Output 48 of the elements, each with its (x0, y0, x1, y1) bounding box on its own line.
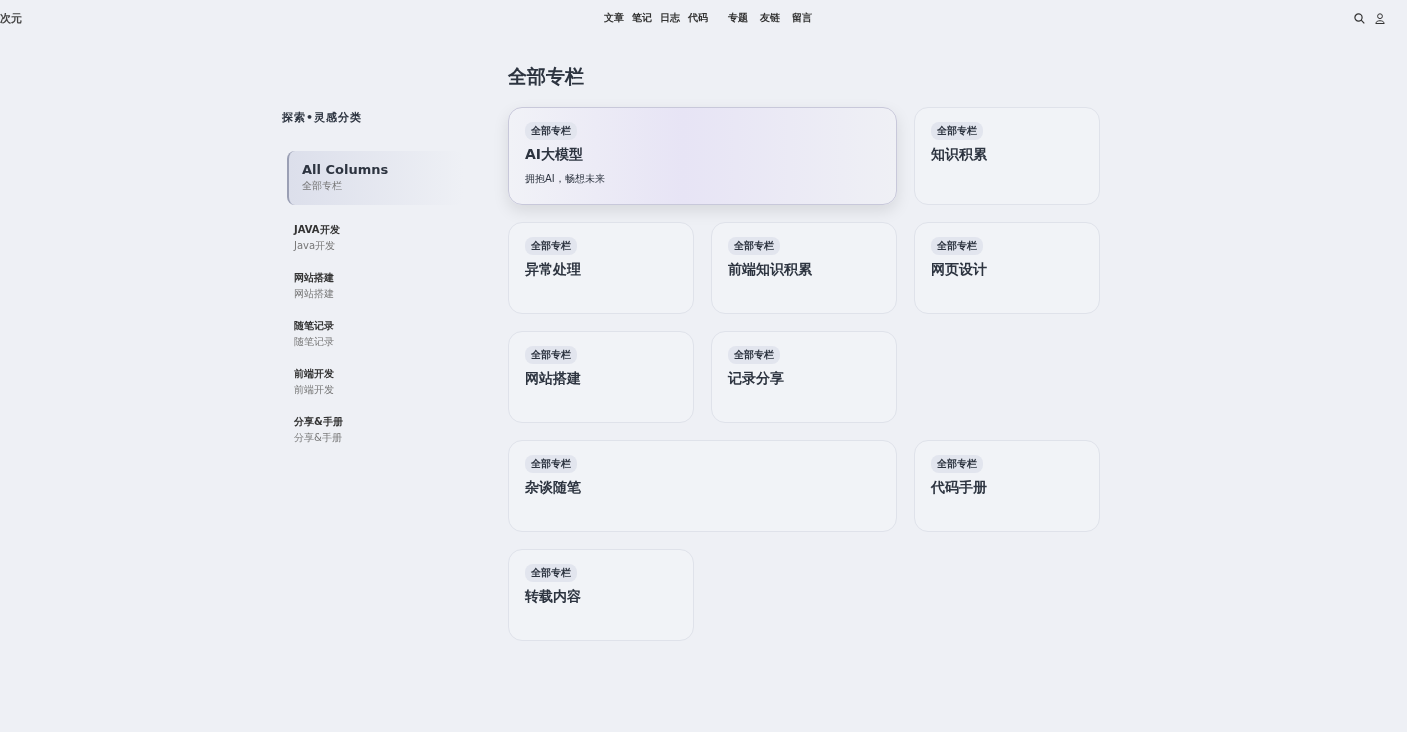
tag-label: 全部专栏 (931, 237, 983, 255)
tag-label: 全部专栏 (931, 455, 983, 473)
card-description: 拥抱AI，畅想未来 (525, 172, 605, 186)
page-title: 全部专栏 (508, 64, 585, 89)
column-card[interactable]: 全部专栏 杂谈随笔 (508, 440, 897, 532)
column-card[interactable]: 全部专栏 知识积累 (914, 107, 1100, 205)
tag-label: 全部专栏 (728, 346, 780, 364)
column-card[interactable]: 全部专栏 异常处理 (508, 222, 694, 314)
card-title: 记录分享 (728, 370, 784, 388)
card-title: 知识积累 (931, 146, 987, 164)
nav-link[interactable]: 文章 (604, 11, 624, 25)
nav-link[interactable]: 日志 (660, 11, 680, 25)
card-title: 杂谈随笔 (525, 479, 581, 497)
column-card[interactable]: 全部专栏 网页设计 (914, 222, 1100, 314)
tag-label: 全部专栏 (525, 564, 577, 582)
tag-label: 全部专栏 (525, 455, 577, 473)
column-card[interactable]: 全部专栏 代码手册 (914, 440, 1100, 532)
nav-link[interactable]: 代码 (688, 11, 708, 25)
site-logo[interactable]: 次元 (0, 10, 22, 26)
column-card[interactable]: 全部专栏 转载内容 (508, 549, 694, 641)
card-title: 代码手册 (931, 479, 987, 497)
tag-label: 全部专栏 (525, 346, 577, 364)
column-card[interactable]: 全部专栏 AI大模型 拥抱AI，畅想未来 (508, 107, 897, 205)
search-icon[interactable] (1354, 12, 1365, 24)
tag-label: 全部专栏 (525, 122, 577, 140)
nav-link[interactable]: 专题 (728, 11, 748, 25)
sidebar-item[interactable]: 网站搭建 网站搭建 (282, 271, 492, 301)
column-card[interactable]: 全部专栏 记录分享 (711, 331, 897, 423)
card-title: AI大模型 (525, 146, 584, 164)
column-card[interactable]: 全部专栏 前端知识积累 (711, 222, 897, 314)
card-title: 转载内容 (525, 588, 581, 606)
column-card[interactable]: 全部专栏 网站搭建 (508, 331, 694, 423)
nav-link[interactable]: 笔记 (632, 11, 652, 25)
card-title: 网页设计 (931, 261, 987, 279)
card-title: 异常处理 (525, 261, 581, 279)
sidebar-item[interactable]: 分享&手册 分享&手册 (282, 415, 492, 445)
sidebar-item[interactable]: JAVA开发 Java开发 (282, 223, 492, 253)
user-icon[interactable] (1375, 12, 1385, 24)
card-title: 网站搭建 (525, 370, 581, 388)
nav-link[interactable]: 友链 (760, 11, 780, 25)
sidebar-title: 探索•灵感分类 (282, 110, 364, 125)
nav-link[interactable]: 留言 (792, 11, 812, 25)
sidebar-item[interactable]: 随笔记录 随笔记录 (282, 319, 492, 349)
card-title: 前端知识积累 (728, 261, 812, 279)
tag-label: 全部专栏 (931, 122, 983, 140)
tag-label: 全部专栏 (728, 237, 780, 255)
sidebar-item[interactable]: 前端开发 前端开发 (282, 367, 492, 397)
tag-label: 全部专栏 (525, 237, 577, 255)
